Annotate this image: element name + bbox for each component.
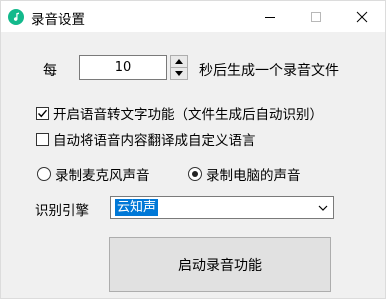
speech-to-text-checkbox[interactable] — [36, 106, 49, 120]
minimize-button[interactable] — [247, 1, 293, 32]
engine-label: 识别引擎 — [35, 203, 89, 219]
title-bar: 录音设置 — [1, 1, 385, 32]
translate-option[interactable]: 自动将语音内容翻译成自定义语言 — [36, 130, 256, 149]
arrow-up-icon — [175, 59, 183, 64]
record-computer-option[interactable]: 录制电脑的声音 — [188, 165, 301, 184]
record-microphone-label: 录制麦克风声音 — [55, 168, 150, 184]
record-microphone-radio[interactable] — [37, 167, 51, 181]
spin-up-button[interactable] — [171, 56, 187, 68]
close-button[interactable] — [339, 1, 385, 32]
close-icon — [356, 11, 368, 22]
maximize-icon — [311, 11, 321, 22]
record-microphone-option[interactable]: 录制麦克风声音 — [37, 165, 150, 184]
translate-checkbox[interactable] — [36, 132, 49, 146]
minimize-icon — [265, 16, 275, 18]
window-title: 录音设置 — [31, 12, 85, 28]
music-note-icon — [8, 9, 24, 25]
interval-suffix-label: 秒后生成一个录音文件 — [199, 63, 339, 79]
chevron-down-icon — [318, 205, 328, 211]
start-recording-button[interactable]: 启动录音功能 — [109, 237, 331, 292]
spin-down-button[interactable] — [171, 68, 187, 79]
speech-to-text-option[interactable]: 开启语音转文字功能（文件生成后自动识别） — [36, 104, 323, 123]
interval-prefix-label: 每 — [43, 63, 57, 79]
recording-settings-window: 录音设置 每 10 秒后生成一个录音文件 开启语音转文字功能（文件生成后自动识别… — [0, 0, 386, 299]
speech-to-text-label: 开启语音转文字功能（文件生成后自动识别） — [53, 107, 323, 123]
interval-spinner — [170, 55, 188, 80]
translate-label: 自动将语音内容翻译成自定义语言 — [53, 133, 256, 149]
engine-selected-value: 云知声 — [115, 199, 159, 216]
checkmark-icon — [38, 109, 48, 117]
record-computer-radio[interactable] — [188, 167, 202, 181]
radio-selected-dot — [192, 171, 198, 177]
maximize-button[interactable] — [293, 1, 339, 32]
interval-seconds-input[interactable]: 10 — [79, 55, 167, 80]
arrow-down-icon — [175, 71, 183, 76]
engine-select[interactable]: 云知声 — [110, 196, 334, 219]
record-computer-label: 录制电脑的声音 — [206, 168, 301, 184]
